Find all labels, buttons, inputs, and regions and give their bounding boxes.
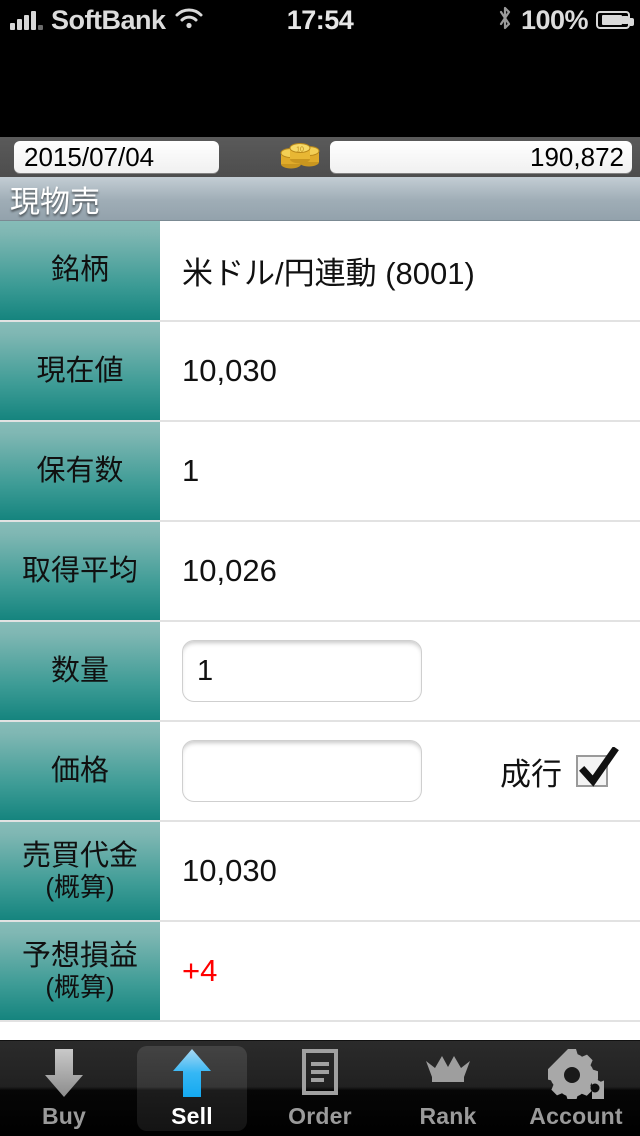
black-spacer xyxy=(0,40,640,137)
row-label-text: 銘柄 xyxy=(50,254,109,287)
tab-buy[interactable]: Buy xyxy=(0,1041,128,1136)
status-bar: SoftBank 17:54 100% xyxy=(0,0,640,40)
row-value: 成行 xyxy=(160,722,640,820)
page-title-bar: 現物売 xyxy=(0,177,640,221)
tab-label: Buy xyxy=(41,1103,87,1129)
row-value: 10,026 xyxy=(160,522,640,620)
row-value: 10,030 xyxy=(160,822,640,920)
bluetooth-icon xyxy=(497,6,513,35)
table-row: 売買代金 (概算) 10,030 xyxy=(0,822,640,922)
quantity-input[interactable]: 1 xyxy=(182,640,422,702)
row-label: 銘柄 xyxy=(0,221,160,320)
tab-label: Sell xyxy=(171,1103,213,1129)
balance-field[interactable]: 190,872 xyxy=(330,141,632,173)
table-row: 予想損益 (概算) +4 xyxy=(0,922,640,1022)
document-icon xyxy=(297,1047,343,1099)
row-label-text: 数量 xyxy=(50,654,109,687)
battery-charging-icon xyxy=(596,11,634,29)
row-label-sub: (概算) xyxy=(45,971,115,1002)
row-label-text: 価格 xyxy=(50,754,109,787)
app-screen: SoftBank 17:54 100% 2015/07/04 10 190,87… xyxy=(0,0,640,1136)
price-input[interactable] xyxy=(182,740,422,802)
row-value: 1 xyxy=(160,622,640,720)
table-row: 銘柄 米ドル/円連動 (8001) xyxy=(0,221,640,322)
table-row: 保有数 1 xyxy=(0,422,640,522)
row-value: 米ドル/円連動 (8001) xyxy=(160,221,640,320)
row-label-text: 保有数 xyxy=(36,454,124,487)
row-value: 1 xyxy=(160,422,640,520)
tab-bar: Buy Sell Order Rank Account xyxy=(0,1040,640,1136)
gears-icon xyxy=(548,1047,604,1099)
tab-account[interactable]: Account xyxy=(512,1041,640,1136)
row-label: 価格 xyxy=(0,722,160,820)
row-label: 数量 xyxy=(0,622,160,720)
table-row-price: 価格 成行 xyxy=(0,722,640,822)
info-bar: 2015/07/04 10 190,872 xyxy=(0,137,640,177)
tab-order[interactable]: Order xyxy=(256,1041,384,1136)
market-order-label: 成行 xyxy=(500,756,562,792)
row-label-sub: (概算) xyxy=(45,871,115,902)
clock-label: 17:54 xyxy=(286,4,354,35)
arrow-up-icon xyxy=(167,1047,217,1099)
quantity-input-value: 1 xyxy=(197,654,214,687)
status-bar-right: 100% xyxy=(497,0,634,40)
tab-label: Rank xyxy=(419,1103,477,1129)
row-label-text: 現在値 xyxy=(36,354,124,387)
tab-rank[interactable]: Rank xyxy=(384,1041,512,1136)
arrow-down-icon xyxy=(39,1047,89,1099)
row-label: 取得平均 xyxy=(0,522,160,620)
svg-text:10: 10 xyxy=(296,147,304,154)
row-label: 予想損益 (概算) xyxy=(0,922,160,1020)
row-label: 保有数 xyxy=(0,422,160,520)
row-label: 売買代金 (概算) xyxy=(0,822,160,920)
crown-icon xyxy=(421,1047,475,1099)
tab-sell[interactable]: Sell xyxy=(128,1041,256,1136)
row-value-profit: +4 xyxy=(160,922,640,1020)
table-row: 取得平均 10,026 xyxy=(0,522,640,622)
page-title: 現物売 xyxy=(10,185,100,219)
row-label-text: 取得平均 xyxy=(21,554,138,587)
row-value: 10,030 xyxy=(160,322,640,420)
market-order-group[interactable]: 成行 xyxy=(500,747,619,794)
market-order-checkbox[interactable] xyxy=(576,747,619,787)
table-row-quantity: 数量 1 xyxy=(0,622,640,722)
row-label-text: 売買代金 xyxy=(21,840,138,873)
row-label-text: 予想損益 xyxy=(21,940,138,973)
tab-label: Account xyxy=(529,1103,623,1129)
row-label: 現在値 xyxy=(0,322,160,420)
tab-label: Order xyxy=(288,1103,352,1129)
table-row: 現在値 10,030 xyxy=(0,322,640,422)
checkmark-icon xyxy=(579,747,619,787)
date-field[interactable]: 2015/07/04 xyxy=(14,141,219,173)
coins-icon: 10 xyxy=(278,142,322,172)
battery-percent-label: 100% xyxy=(520,4,589,35)
order-form: 銘柄 米ドル/円連動 (8001) 現在値 10,030 保有数 1 取得平均 … xyxy=(0,221,640,1036)
